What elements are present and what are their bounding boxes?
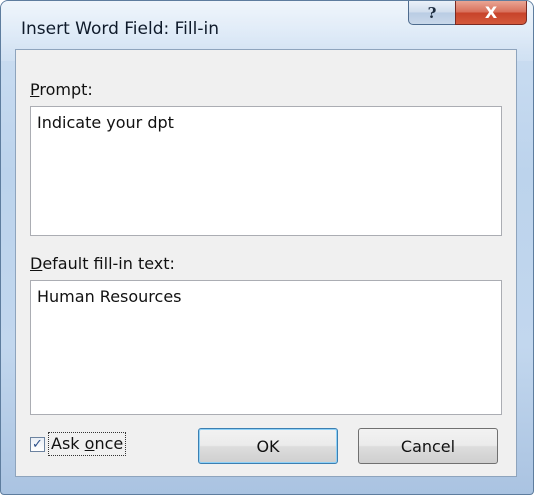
prompt-field[interactable]: Indicate your dpt	[30, 106, 502, 236]
help-button[interactable]: ?	[408, 1, 456, 25]
cancel-button[interactable]: Cancel	[358, 428, 498, 464]
prompt-label: Prompt:	[30, 80, 93, 99]
prompt-label-accel: P	[30, 80, 40, 99]
default-text-field[interactable]: Human Resources	[30, 280, 502, 415]
ask-once-label-accel: o	[84, 434, 95, 453]
checkmark-icon: ✓	[32, 436, 43, 452]
ask-once-label[interactable]: Ask once	[48, 432, 127, 456]
close-button[interactable]: X	[455, 1, 527, 25]
window-title: Insert Word Field: Fill-in	[21, 19, 219, 39]
default-text-label: Default fill-in text:	[30, 254, 175, 273]
default-text-label-rest: efault fill-in text:	[42, 254, 175, 273]
prompt-field-value: Indicate your dpt	[37, 113, 174, 132]
default-text-label-accel: D	[30, 254, 43, 273]
dialog-body: Prompt: Indicate your dpt Default fill-i…	[15, 49, 517, 477]
dialog-window: Insert Word Field: Fill-in ? X Prompt: I…	[0, 0, 534, 495]
ok-button[interactable]: OK	[198, 428, 338, 464]
ask-once-label-rest: nce	[94, 434, 124, 453]
prompt-label-rest: rompt:	[39, 80, 93, 99]
ask-once-label-pre: Ask	[51, 434, 85, 453]
ask-once-control[interactable]: ✓ Ask once	[30, 432, 127, 456]
close-icon: X	[484, 3, 498, 22]
caption-buttons: ? X	[408, 1, 527, 27]
help-icon: ?	[427, 3, 437, 22]
ask-once-checkbox[interactable]: ✓	[30, 436, 45, 452]
default-text-field-value: Human Resources	[37, 287, 182, 306]
